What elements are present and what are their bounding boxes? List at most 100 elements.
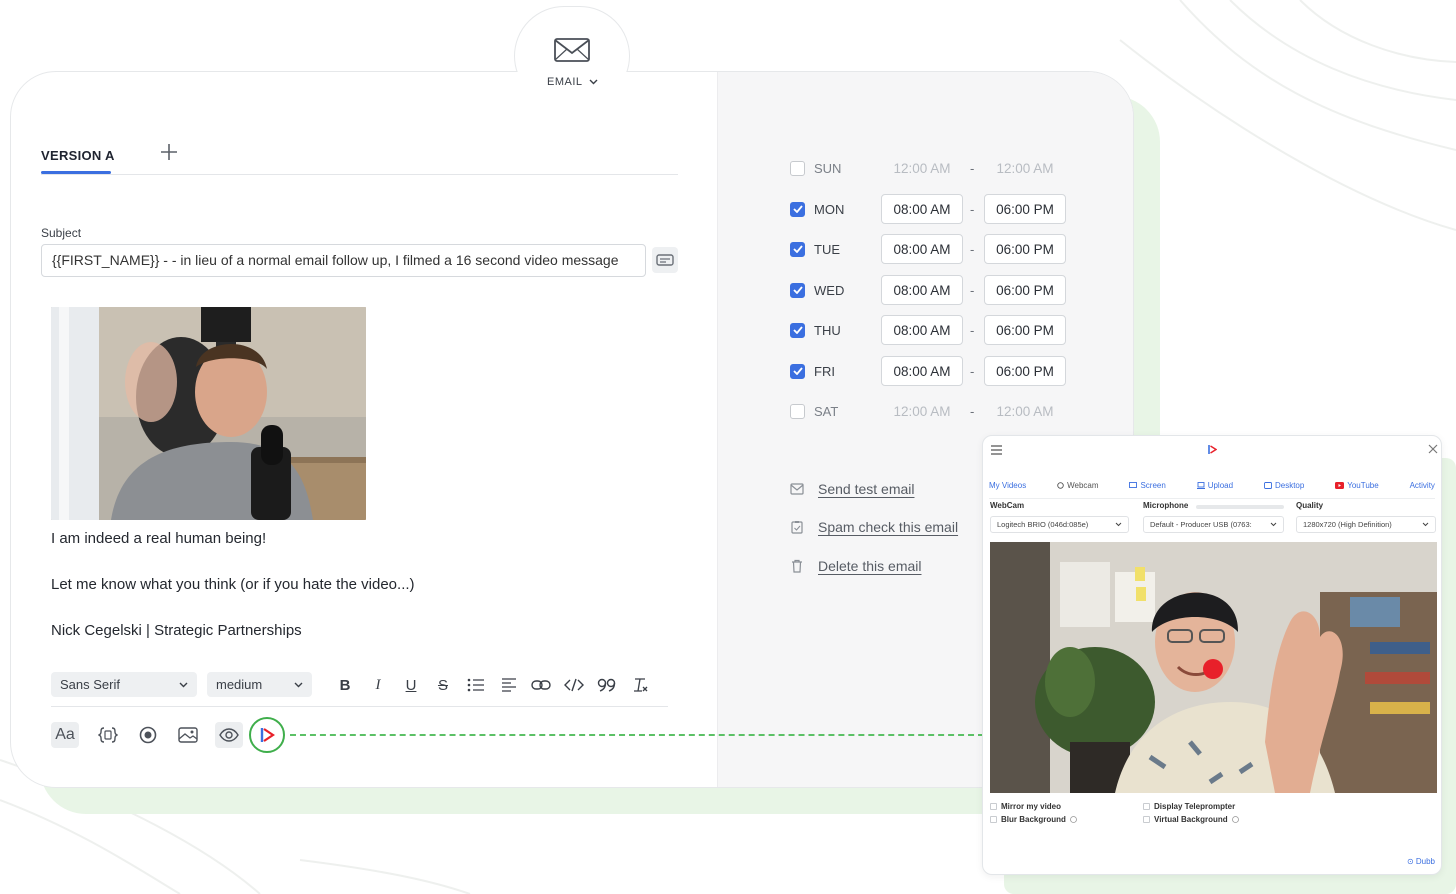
dubb-logo-icon xyxy=(260,728,275,742)
text-style-button[interactable]: Aa xyxy=(51,722,79,748)
chevron-down-icon xyxy=(589,79,598,85)
menu-icon[interactable] xyxy=(990,445,1003,455)
subject-input[interactable]: {{FIRST_NAME}} - - in lieu of a normal e… xyxy=(41,244,646,277)
webcam-value: Logitech BRIO (046d:085e) xyxy=(997,520,1089,529)
day-checkbox[interactable] xyxy=(790,403,805,419)
virtual-background-option[interactable]: Virtual Background xyxy=(1143,815,1239,824)
microphone-value: Default - Producer USB (0763: xyxy=(1150,520,1252,529)
link-icon[interactable] xyxy=(531,676,551,694)
start-time[interactable]: 08:00 AM xyxy=(881,234,963,264)
time-separator: - xyxy=(970,282,975,298)
merge-tags-icon[interactable] xyxy=(94,722,122,748)
plus-icon[interactable] xyxy=(160,143,178,161)
snippet-icon[interactable] xyxy=(134,722,162,748)
video-thumbnail[interactable] xyxy=(51,307,366,520)
envelope-icon xyxy=(790,483,804,495)
brand-mark-icon: ⊙ xyxy=(1406,857,1416,866)
brand-label: Dubb xyxy=(1415,857,1435,866)
schedule-row-tue: TUE 08:00 AM - 06:00 PM xyxy=(790,234,1066,264)
tab-youtube[interactable]: YouTube xyxy=(1335,476,1379,494)
day-checkbox[interactable] xyxy=(790,363,805,379)
day-label: TUE xyxy=(814,241,840,257)
check-icon xyxy=(792,205,803,213)
image-icon[interactable] xyxy=(174,722,202,748)
option-label: Display Teleprompter xyxy=(1154,802,1236,811)
tab-desktop[interactable]: Desktop xyxy=(1264,476,1304,494)
display-teleprompter-option[interactable]: Display Teleprompter xyxy=(1143,802,1235,811)
bold-icon[interactable]: B xyxy=(335,676,355,694)
end-time[interactable]: 06:00 PM xyxy=(984,275,1066,305)
monitor-icon xyxy=(1129,481,1138,488)
quality-select[interactable]: 1280x720 (High Definition) xyxy=(1296,516,1436,533)
subject-personalize-button[interactable] xyxy=(652,247,678,273)
option-checkbox xyxy=(990,803,997,810)
end-time[interactable]: 12:00 AM xyxy=(984,396,1066,426)
desktop-icon xyxy=(1264,481,1272,489)
trash-icon xyxy=(792,559,802,573)
start-time[interactable]: 08:00 AM xyxy=(881,315,963,345)
day-label: FRI xyxy=(814,363,835,379)
quote-icon[interactable] xyxy=(597,676,617,694)
strikethrough-icon[interactable]: S xyxy=(433,676,453,694)
laptop-icon xyxy=(1196,481,1205,489)
dubb-video-button[interactable] xyxy=(249,717,285,753)
tab-label: Upload xyxy=(1207,480,1234,490)
option-checkbox xyxy=(1143,803,1150,810)
delete-email-link[interactable]: Delete this email xyxy=(790,558,922,574)
start-time[interactable]: 12:00 AM xyxy=(881,153,963,183)
chevron-down-icon xyxy=(179,682,188,687)
spam-check-label: Spam check this email xyxy=(818,519,959,535)
font-family-select[interactable]: Sans Serif xyxy=(51,672,197,697)
info-icon xyxy=(1231,816,1239,823)
tab-screen[interactable]: Screen xyxy=(1129,476,1166,494)
send-test-email-link[interactable]: Send test email xyxy=(790,481,915,497)
start-time[interactable]: 12:00 AM xyxy=(881,396,963,426)
webcam-select[interactable]: Logitech BRIO (046d:085e) xyxy=(990,516,1129,533)
close-icon[interactable] xyxy=(1428,444,1438,454)
dubb-brand[interactable]: ⊙ Dubb xyxy=(1407,857,1435,866)
end-time[interactable]: 06:00 PM xyxy=(984,356,1066,386)
start-time[interactable]: 08:00 AM xyxy=(881,275,963,305)
tab-label: Desktop xyxy=(1274,480,1305,490)
schedule-row-fri: FRI 08:00 AM - 06:00 PM xyxy=(790,356,1066,386)
body-line-1[interactable]: I am indeed a real human being! xyxy=(51,530,266,547)
day-label: THU xyxy=(814,322,841,338)
tab-version-a[interactable]: VERSION A xyxy=(41,148,115,163)
font-size-value: medium xyxy=(216,677,263,692)
day-checkbox[interactable] xyxy=(790,322,805,338)
tab-my-videos[interactable]: My Videos xyxy=(989,476,1026,494)
underline-icon[interactable]: U xyxy=(401,676,421,694)
check-icon xyxy=(792,367,803,375)
time-separator: - xyxy=(970,241,975,257)
day-checkbox[interactable] xyxy=(790,241,805,257)
align-icon[interactable] xyxy=(499,676,519,694)
microphone-select[interactable]: Default - Producer USB (0763: xyxy=(1143,516,1284,533)
font-size-select[interactable]: medium xyxy=(207,672,312,697)
schedule-row-thu: THU 08:00 AM - 06:00 PM xyxy=(790,315,1066,345)
mirror-video-option[interactable]: Mirror my video xyxy=(990,802,1061,811)
preview-eye-icon[interactable] xyxy=(215,722,243,748)
tab-upload[interactable]: Upload xyxy=(1196,476,1234,494)
end-time[interactable]: 06:00 PM xyxy=(984,194,1066,224)
bullet-list-icon[interactable] xyxy=(466,676,486,694)
microphone-label: Microphone xyxy=(1143,501,1189,510)
italic-icon[interactable]: I xyxy=(368,676,388,694)
channel-label[interactable]: EMAIL xyxy=(547,76,598,88)
envelope-icon xyxy=(554,38,590,62)
start-time[interactable]: 08:00 AM xyxy=(881,194,963,224)
day-checkbox[interactable] xyxy=(790,201,805,217)
blur-background-option[interactable]: Blur Background xyxy=(990,815,1077,824)
end-time[interactable]: 06:00 PM xyxy=(984,315,1066,345)
start-time[interactable]: 08:00 AM xyxy=(881,356,963,386)
day-checkbox[interactable] xyxy=(790,160,805,176)
tab-activity[interactable]: Activity xyxy=(1410,476,1435,494)
end-time[interactable]: 06:00 PM xyxy=(984,234,1066,264)
body-line-3[interactable]: Nick Cegelski | Strategic Partnerships xyxy=(51,622,302,639)
code-icon[interactable] xyxy=(564,676,584,694)
body-line-2[interactable]: Let me know what you think (or if you ha… xyxy=(51,576,415,593)
tab-webcam[interactable]: Webcam xyxy=(1057,476,1099,494)
end-time[interactable]: 12:00 AM xyxy=(984,153,1066,183)
day-checkbox[interactable] xyxy=(790,282,805,298)
spam-check-link[interactable]: Spam check this email xyxy=(790,519,958,535)
clear-format-icon[interactable] xyxy=(630,676,650,694)
